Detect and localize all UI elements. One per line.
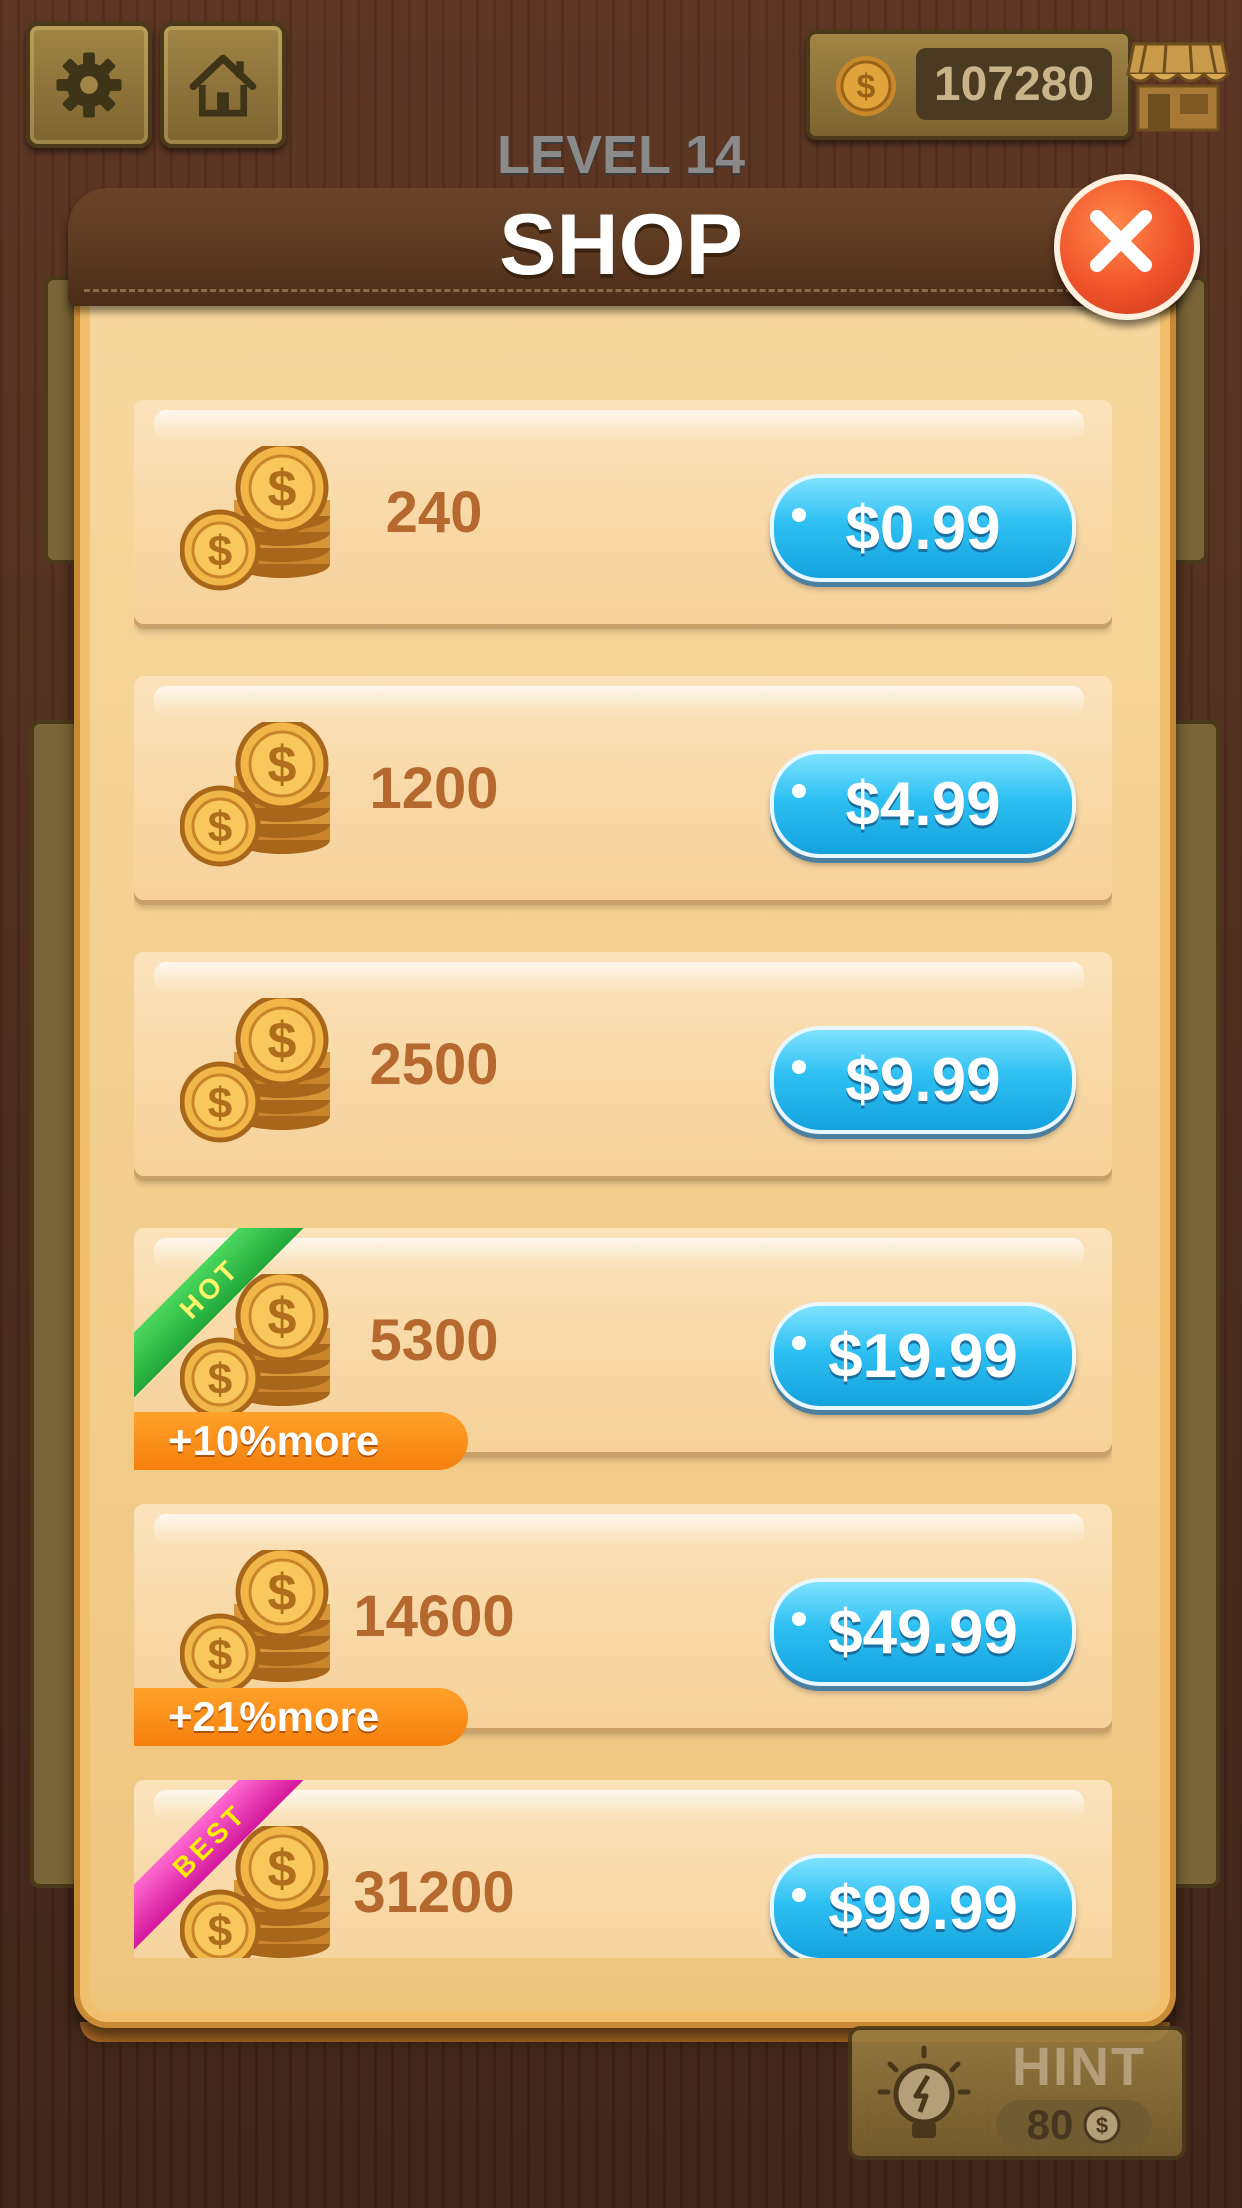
coin-balance: 107280 <box>916 48 1112 120</box>
buy-button[interactable]: $49.99 <box>770 1578 1076 1686</box>
shop-item: 1200 $4.99 <box>134 676 1112 900</box>
close-icon <box>1090 210 1152 272</box>
best-ribbon: BEST <box>134 1780 314 1958</box>
ribbon-label: BEST <box>134 1780 314 1957</box>
shop-item: 240 $0.99 <box>134 400 1112 624</box>
coin-stack-icon <box>180 722 334 874</box>
house-icon <box>189 54 257 117</box>
hot-ribbon: HOT <box>134 1228 314 1408</box>
coin-stack-icon <box>180 998 334 1150</box>
hint-cost: 80 <box>1026 2101 1074 2148</box>
hint-button[interactable]: HINT 80 $ <box>848 2026 1186 2160</box>
ribbon-label: HOT <box>134 1228 314 1405</box>
coin-amount: 31200 <box>353 1859 515 1925</box>
lightbulb-icon <box>877 2045 971 2138</box>
close-button[interactable] <box>1054 174 1200 320</box>
svg-text:$: $ <box>1096 2113 1108 2138</box>
bonus-badge: +10%more <box>134 1412 468 1470</box>
buy-button[interactable]: $9.99 <box>770 1026 1076 1134</box>
coin-amount: 1200 <box>369 755 499 821</box>
coin-icon: $ <box>836 56 896 116</box>
level-label: LEVEL 14 <box>496 125 746 185</box>
coin-stack-icon <box>180 1550 334 1702</box>
gear-icon <box>56 52 122 118</box>
shop-item: 2500 $9.99 <box>134 952 1112 1176</box>
shop-stall-icon[interactable] <box>1126 30 1230 134</box>
bonus-badge: +21%more <box>134 1688 468 1746</box>
coin-amount: 2500 <box>369 1031 499 1097</box>
coin-amount: 240 <box>385 479 483 545</box>
shop-item: HOT 5300 $19.99 +10%more <box>134 1228 1112 1470</box>
buy-button[interactable]: $99.99 <box>770 1854 1076 1958</box>
shop-item: 14600 $49.99 +21%more <box>134 1504 1112 1746</box>
hint-cost-box: 80 $ <box>996 2100 1152 2150</box>
coin-icon: $ <box>1083 2106 1121 2144</box>
shop-item: BEST 31200 $99.99 <box>134 1780 1112 1958</box>
buy-button[interactable]: $19.99 <box>770 1302 1076 1410</box>
hint-label: HINT <box>1012 2037 1146 2097</box>
buy-button[interactable]: $4.99 <box>770 750 1076 858</box>
buy-button[interactable]: $0.99 <box>770 474 1076 582</box>
coin-stack-icon <box>180 446 334 598</box>
svg-text:$: $ <box>857 68 876 106</box>
shop-item-list[interactable]: 240 $0.99 1200 $4.99 2500 $9.99 HOT 5300… <box>134 400 1112 1958</box>
